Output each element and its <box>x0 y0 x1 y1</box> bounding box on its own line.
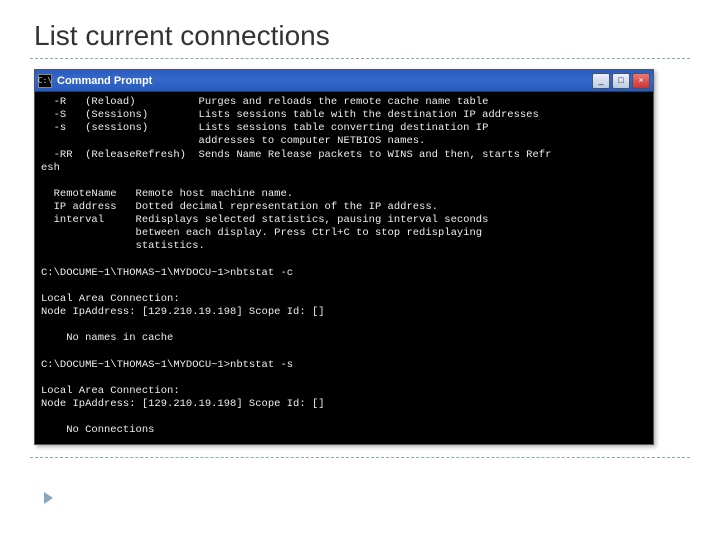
cmd-icon: C:\ <box>38 74 52 88</box>
bullet-arrow-icon <box>44 492 53 504</box>
minimize-button[interactable]: _ <box>592 73 610 89</box>
slide-title: List current connections <box>30 20 690 52</box>
terminal-output: -R (Reload) Purges and reloads the remot… <box>35 92 653 444</box>
close-button[interactable]: × <box>632 73 650 89</box>
window-title: Command Prompt <box>57 75 592 87</box>
divider-top <box>30 58 690 59</box>
command-prompt-window: C:\ Command Prompt _ □ × -R (Reload) Pur… <box>34 69 654 445</box>
maximize-button[interactable]: □ <box>612 73 630 89</box>
window-controls: _ □ × <box>592 73 650 89</box>
window-titlebar: C:\ Command Prompt _ □ × <box>35 70 653 92</box>
divider-bottom <box>30 457 690 458</box>
